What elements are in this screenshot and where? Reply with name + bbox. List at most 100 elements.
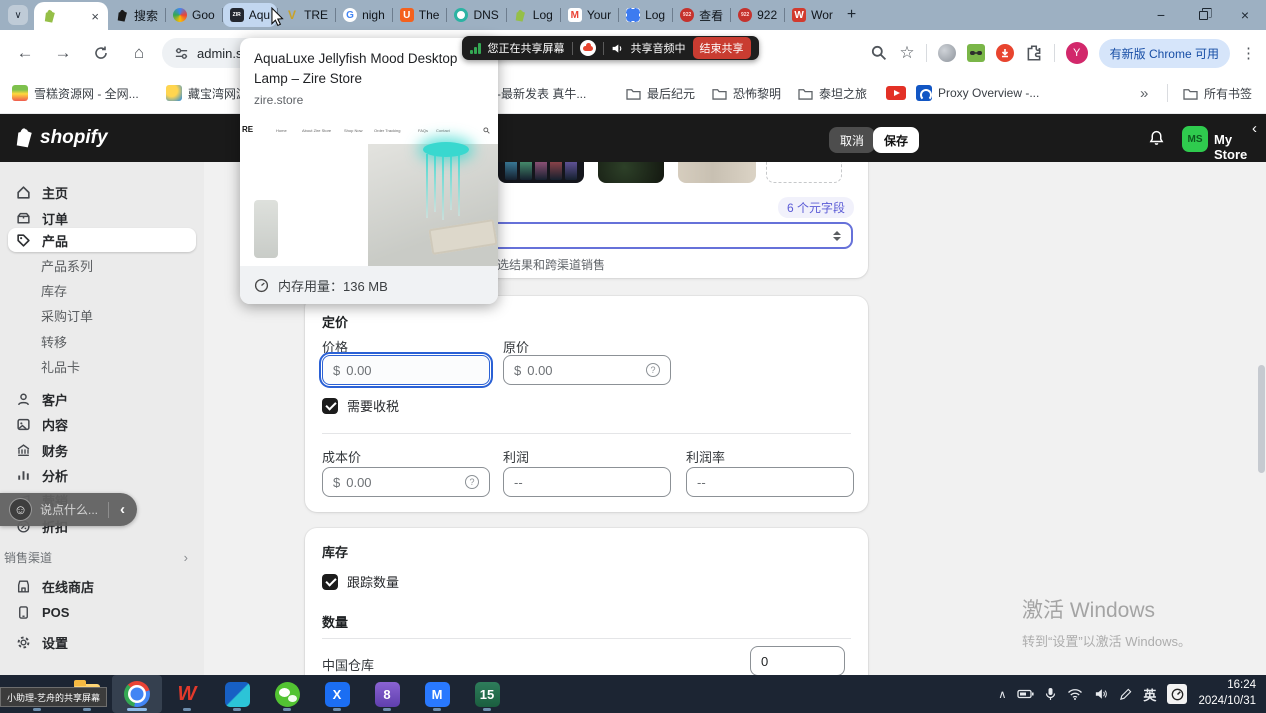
margin-input[interactable]: [697, 475, 843, 490]
quantity-input[interactable]: [761, 654, 834, 669]
bookmark-item[interactable]: 读-最新发表 真牛...: [485, 76, 586, 110]
quantity-field[interactable]: [750, 646, 845, 676]
forward-button[interactable]: →: [48, 38, 78, 68]
checkbox-checked-icon[interactable]: [322, 574, 338, 590]
bookmark-item[interactable]: [886, 76, 906, 110]
collapse-widget-button[interactable]: ‹: [117, 501, 128, 518]
browser-menu-icon[interactable]: ⋮: [1241, 44, 1256, 62]
battery-icon[interactable]: [1017, 688, 1034, 700]
bookmark-folder[interactable]: 最后纪元: [626, 76, 695, 110]
sidebar-item-pos[interactable]: POS: [8, 600, 196, 624]
ime-indicator[interactable]: 英: [1143, 685, 1156, 704]
notifications-bell-icon[interactable]: [1148, 129, 1165, 147]
sales-channels-header[interactable]: 销售渠道 ›: [4, 548, 198, 566]
compare-price-field[interactable]: $ ?: [503, 355, 671, 385]
taskbar-clock[interactable]: 16:24 2024/10/31: [1198, 678, 1256, 709]
browser-tab[interactable]: Goo: [166, 0, 222, 30]
bookmark-item[interactable]: 藏宝湾网游: [166, 76, 248, 110]
browser-tab-hovered[interactable]: ZIR Aqu: [223, 3, 277, 27]
home-button[interactable]: ⌂: [124, 38, 154, 68]
volume-icon[interactable]: [1094, 688, 1108, 700]
cost-field[interactable]: $ ?: [322, 467, 490, 497]
browser-tab[interactable]: U The: [393, 0, 447, 30]
profit-input[interactable]: [514, 475, 660, 490]
store-avatar[interactable]: MS: [1182, 126, 1208, 152]
sidebar-item-transfers[interactable]: 转移: [8, 330, 196, 352]
sidebar-item-products[interactable]: 产品: [8, 228, 196, 252]
browser-tab[interactable]: V TRE: [278, 0, 335, 30]
assistant-placeholder[interactable]: 说点什么...: [40, 501, 98, 518]
m-app-button[interactable]: M: [412, 675, 462, 713]
price-input[interactable]: [346, 363, 479, 378]
purple-app-button[interactable]: 8: [362, 675, 412, 713]
cost-input[interactable]: [346, 475, 459, 490]
download-extension-icon[interactable]: [996, 44, 1014, 62]
sidebar-item-settings[interactable]: 设置: [8, 630, 196, 654]
browser-tab[interactable]: W Wor: [785, 0, 840, 30]
pen-icon[interactable]: [1119, 688, 1132, 701]
sidebar-item-inventory[interactable]: 库存: [8, 279, 196, 301]
close-button[interactable]: ×: [1224, 0, 1266, 30]
x-app-button[interactable]: X: [312, 675, 362, 713]
wechat-button[interactable]: [262, 675, 312, 713]
wps-taskbar-button[interactable]: W: [162, 675, 212, 713]
browser-tab-active[interactable]: ×: [34, 2, 108, 30]
restore-button[interactable]: [1182, 0, 1224, 30]
price-field[interactable]: $: [322, 355, 490, 385]
bookmarks-overflow-button[interactable]: »: [1140, 76, 1148, 110]
browser-tab[interactable]: Log: [619, 0, 672, 30]
all-bookmarks-button[interactable]: 所有书签: [1183, 76, 1252, 110]
search-icon[interactable]: [870, 44, 888, 62]
new-tab-button[interactable]: +: [840, 0, 868, 30]
cancel-button[interactable]: 取消: [829, 127, 875, 153]
help-icon[interactable]: ?: [646, 363, 660, 377]
sidebar-item-analytics[interactable]: 分析: [8, 463, 196, 487]
tray-expand-icon[interactable]: ∧: [998, 688, 1006, 701]
bookmark-folder[interactable]: 恐怖黎明: [712, 76, 781, 110]
site-info-icon[interactable]: [174, 46, 189, 61]
sidebar-item-home[interactable]: 主页: [8, 180, 196, 204]
help-icon[interactable]: ?: [465, 475, 479, 489]
charge-tax-checkbox-row[interactable]: 需要收税: [322, 396, 399, 415]
sidebar-item-orders[interactable]: 订单: [8, 206, 196, 230]
profile-avatar[interactable]: Y: [1066, 42, 1088, 64]
wifi-icon[interactable]: [1067, 688, 1083, 700]
browser-tab[interactable]: M Your: [561, 0, 618, 30]
chrome-update-button[interactable]: 有新版 Chrome 可用: [1099, 39, 1230, 68]
sidebar-item-finance[interactable]: 财务: [8, 438, 196, 462]
extension-icon[interactable]: [938, 44, 956, 62]
back-button[interactable]: ←: [10, 38, 40, 68]
tab-close-icon[interactable]: ×: [91, 10, 99, 23]
microphone-icon[interactable]: [1045, 687, 1056, 701]
browser-tab[interactable]: G nigh: [336, 0, 392, 30]
bookmark-item[interactable]: 雪糕资源网 - 全网...: [12, 76, 139, 110]
bookmark-star-icon[interactable]: ☆: [899, 43, 914, 63]
reload-button[interactable]: [86, 38, 116, 68]
bookmark-item[interactable]: Proxy Overview -...: [916, 76, 1039, 110]
browser-tab[interactable]: DNS: [447, 0, 505, 30]
profit-field[interactable]: [503, 467, 671, 497]
share-app-icon[interactable]: [580, 40, 596, 56]
stop-share-button[interactable]: 结束共享: [693, 37, 751, 59]
chrome-taskbar-button[interactable]: [112, 675, 162, 713]
collapse-chevron-icon[interactable]: ‹: [1252, 120, 1257, 137]
tray-app-icon[interactable]: [1167, 684, 1187, 704]
browser-tab[interactable]: 搜索: [108, 0, 165, 30]
checkbox-checked-icon[interactable]: [322, 398, 338, 414]
green-app-button[interactable]: 15: [462, 675, 512, 713]
sidebar-item-content[interactable]: 内容: [8, 412, 196, 436]
sidebar-item-online-store[interactable]: 在线商店: [8, 574, 196, 598]
track-quantity-checkbox-row[interactable]: 跟踪数量: [322, 572, 399, 591]
store-name[interactable]: My Store: [1214, 132, 1266, 162]
browser-tab[interactable]: 922 查看: [673, 0, 730, 30]
sidebar-item-purchase-orders[interactable]: 采购订单: [8, 304, 196, 326]
browser-tab[interactable]: 922 922: [731, 0, 784, 30]
meeting-app-button[interactable]: [212, 675, 262, 713]
browser-tab[interactable]: Log: [507, 0, 560, 30]
margin-field[interactable]: [686, 467, 854, 497]
sidebar-item-gift-cards[interactable]: 礼品卡: [8, 355, 196, 377]
sidebar-item-customers[interactable]: 客户: [8, 387, 196, 411]
compare-price-input[interactable]: [527, 363, 640, 378]
sidebar-item-collections[interactable]: 产品系列: [8, 254, 196, 276]
extensions-puzzle-icon[interactable]: [1025, 44, 1043, 62]
